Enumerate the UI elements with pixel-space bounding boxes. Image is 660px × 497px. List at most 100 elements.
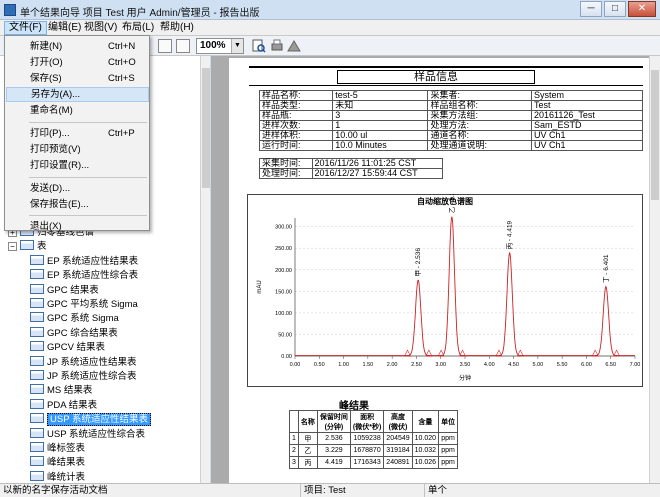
file-menu-item-label: 打印设置(R)... [30,160,90,171]
left-scrollbar-thumb[interactable] [202,68,210,188]
menu-view[interactable]: 视图(V) [80,21,121,35]
table-icon [20,240,34,250]
collapse-icon[interactable]: − [8,242,17,251]
print-icon[interactable] [270,39,284,53]
file-menu-item-label: 打开(O) [30,57,63,68]
window-controls: ─ □ ✕ [580,1,656,18]
zoom-select[interactable]: 100% ▼ [196,38,244,54]
tree-item[interactable]: JP 系统适应性结果表 [30,356,137,369]
x-tick-label: 2.00 [387,362,398,368]
tree-item-label: GPCV 结果表 [47,342,106,353]
right-scrollbar[interactable] [649,56,660,483]
file-menu-item[interactable]: 另存为(A)... [6,87,149,102]
x-tick-label: 3.00 [435,362,446,368]
tree-item[interactable]: GPC 综合结果表 [30,327,118,340]
tree-item[interactable]: GPCV 结果表 [30,341,105,354]
table-icon [30,356,44,366]
acquisition-time-table: 采集时间: 2016/11/26 11:01:25 CST 处理时间: 2016/12… [259,158,444,179]
column-header: 保留时间 (分钟) [316,410,351,433]
peak-header-row: 名称 保留时间 (分钟) 面积 (微伏*秒) 高度 (微伏) 含量 单位 [289,410,459,433]
peak-results-table: 名称 保留时间 (分钟) 面积 (微伏*秒) 高度 (微伏) 含量 单位 1 甲 2.536 10… [289,410,459,469]
field-label: 样品组名称: [427,100,533,111]
file-menu-item[interactable]: 打开(O) Ctrl+O [6,55,149,70]
file-menu-shortcut: Ctrl+S [108,73,135,84]
table-cell: 240891 [383,456,413,469]
table-cell: 乙 [297,444,318,457]
tree-item[interactable]: 峰结果表 [30,456,85,469]
tree-item[interactable]: 峰统计表 [30,471,85,483]
file-menu-item-label: 保存(S) [30,73,62,84]
field-label: 采集方法组: [427,110,533,121]
sample-info-row: 样品瓶: 3 采集方法组: 20161126_Test [258,110,643,121]
tree-item[interactable]: JP 系统适应性综合表 [30,370,137,383]
x-tick-label: 5.50 [557,362,568,368]
table-cell: ppm [438,432,459,445]
table-icon [30,442,44,452]
column-header: 含量 [411,410,440,433]
send-icon[interactable] [287,39,301,53]
minimize-button[interactable]: ─ [580,1,602,17]
menu-separator [29,215,147,216]
menu-layout[interactable]: 布局(L) [118,21,158,35]
menu-help[interactable]: 帮助(H) [156,21,198,35]
tree-item[interactable]: GPC 平均系统 Sigma [30,298,138,311]
y-tick-label: 150.00 [275,289,292,295]
tree-item[interactable]: 峰标签表 [30,442,85,455]
file-menu-item[interactable]: 打印(P)... Ctrl+P [6,126,149,141]
left-scrollbar[interactable] [200,56,210,483]
tree-item[interactable]: − 表 [8,240,47,253]
tree-item[interactable]: EP 系统适应性综合表 [30,269,138,282]
field-label: 样品名称: [258,90,334,101]
sample-info-row: 进样体积: 10.00 ul 通道名称: UV Ch1 [258,130,643,141]
time-row: 采集时间: 2016/11/26 11:01:25 CST [259,158,444,169]
file-menu-item[interactable]: 打印设置(R)... [6,158,149,173]
tree-item[interactable]: PDA 结果表 [30,399,97,412]
table-icon [30,428,44,438]
table-cell: 3.229 [316,444,351,457]
file-menu-item-label: 发送(D)... [30,183,71,194]
y-tick-label: 200.00 [275,268,292,274]
field-label: 采集时间: [259,158,313,169]
tree-item[interactable]: USP 系统适应性结果表 [30,413,152,426]
column-header: 单位 [438,410,459,433]
tree-item[interactable]: GPC 系统 Sigma [30,312,119,325]
file-menu-item[interactable]: 退出(X) [6,219,149,234]
table-icon [30,471,44,481]
field-label: 运行时间: [258,140,334,151]
field-value: 未知 [332,100,429,111]
print-preview-icon[interactable] [252,39,266,53]
sample-info-row: 运行时间: 10.0 Minutes 处理通道说明: UV Ch1 [258,140,643,151]
tree-item[interactable]: MS 结果表 [30,384,92,397]
x-tick-label: 5.00 [532,362,543,368]
x-tick-label: 4.50 [508,362,519,368]
table-cell: 10.020 [411,432,440,445]
menu-file[interactable]: 文件(F) [4,21,47,35]
menu-separator [29,177,147,178]
file-menu-item[interactable]: 新建(N) Ctrl+N [6,39,149,54]
page-view-icon[interactable] [158,39,172,53]
tree-item[interactable]: EP 系统适应性结果表 [30,255,138,268]
table-icon [30,341,44,351]
file-menu-item[interactable]: 打印预览(V) [6,142,149,157]
x-tick-label: 7.00 [630,362,641,368]
right-scrollbar-thumb[interactable] [651,70,659,200]
field-value: test-5 [332,90,429,101]
file-menu-shortcut: Ctrl+P [108,128,135,139]
close-button[interactable]: ✕ [628,1,656,17]
file-menu-item[interactable]: 重命名(M) [6,103,149,118]
file-menu-item[interactable]: 发送(D)... [6,181,149,196]
tree-item-label: USP 系统适应性综合表 [47,429,146,440]
x-tick-label: 6.00 [581,362,592,368]
maximize-button[interactable]: □ [604,1,626,17]
tree-item[interactable]: USP 系统适应性综合表 [30,428,145,441]
file-menu-item-label: 打印(P)... [30,128,70,139]
file-menu-item[interactable]: 保存(S) Ctrl+S [6,71,149,86]
table-cell: 3 [289,456,299,469]
table-cell: 10.032 [411,444,440,457]
table-icon [30,255,44,265]
file-menu-item[interactable]: 保存报告(E)... [6,197,149,212]
zoom-value: 100% [200,40,226,51]
field-value: 2016/12/27 15:59:44 CST [311,168,444,179]
page-width-icon[interactable] [176,39,190,53]
tree-item[interactable]: GPC 结果表 [30,284,99,297]
